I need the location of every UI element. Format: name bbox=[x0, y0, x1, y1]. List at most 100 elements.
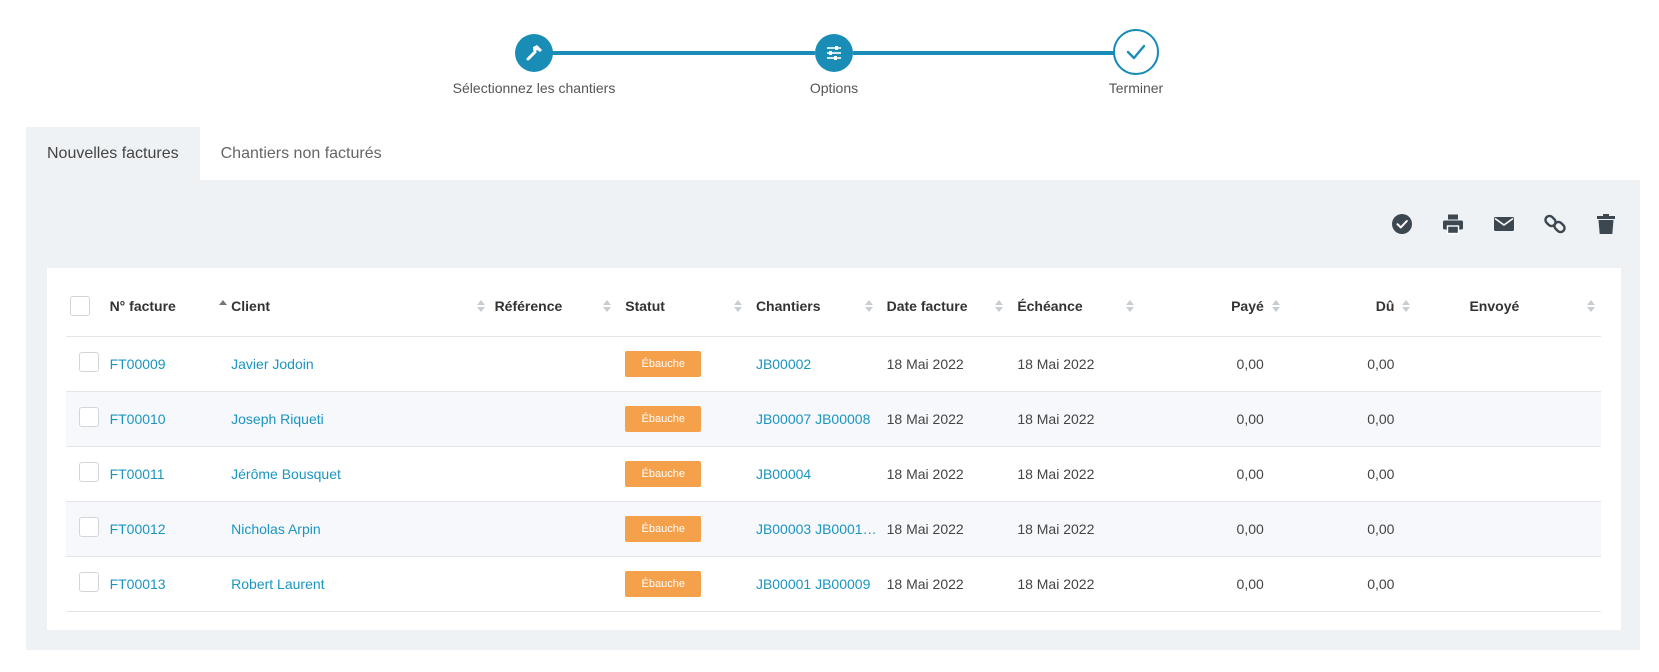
client-link[interactable]: Javier Jodoin bbox=[231, 356, 314, 372]
owed-cell: 0,00 bbox=[1285, 446, 1417, 502]
step-connector bbox=[853, 51, 1117, 55]
invoice-date-cell: 18 Mai 2022 bbox=[886, 391, 1018, 447]
print-icon bbox=[1443, 214, 1463, 235]
sent-cell bbox=[1416, 336, 1601, 392]
sort-icon[interactable] bbox=[476, 299, 485, 313]
sort-icon[interactable] bbox=[603, 299, 612, 313]
step-finish[interactable] bbox=[1113, 29, 1159, 75]
sites-link[interactable]: JB00001 JB00009 bbox=[756, 576, 870, 592]
invoice-number-link[interactable]: FT00013 bbox=[110, 576, 166, 592]
row-checkbox[interactable] bbox=[79, 407, 99, 427]
validate-button[interactable] bbox=[1390, 212, 1414, 236]
header-invoice-date[interactable]: Date facture bbox=[886, 277, 1018, 337]
invoice-number-link[interactable]: FT00011 bbox=[110, 466, 165, 482]
paid-cell: 0,00 bbox=[1148, 501, 1286, 557]
invoice-date-cell: 18 Mai 2022 bbox=[886, 336, 1018, 392]
sliders-icon bbox=[827, 46, 841, 60]
paid-cell: 0,00 bbox=[1148, 336, 1286, 392]
print-button[interactable] bbox=[1441, 212, 1465, 236]
row-checkbox[interactable] bbox=[79, 462, 99, 482]
row-checkbox[interactable] bbox=[79, 517, 99, 537]
client-link[interactable]: Robert Laurent bbox=[231, 576, 324, 592]
sort-icon[interactable] bbox=[864, 299, 873, 313]
owed-cell: 0,00 bbox=[1285, 336, 1417, 392]
header-label: Client bbox=[231, 298, 271, 315]
header-client[interactable]: Client bbox=[231, 277, 495, 337]
invoice-date-cell: 18 Mai 2022 bbox=[886, 556, 1018, 612]
sort-icon[interactable] bbox=[733, 299, 742, 313]
owed-cell: 0,00 bbox=[1285, 391, 1417, 447]
due-date-cell: 18 Mai 2022 bbox=[1017, 501, 1148, 557]
tab-panel: N° facture Client Référence Statut Chant… bbox=[26, 180, 1640, 650]
envelope-icon bbox=[1494, 217, 1514, 231]
sites-link[interactable]: JB00004 bbox=[756, 466, 811, 482]
invoice-number-link[interactable]: FT00009 bbox=[110, 356, 166, 372]
header-sites[interactable]: Chantiers bbox=[755, 277, 887, 337]
tab-unbilled-sites[interactable]: Chantiers non facturés bbox=[200, 127, 403, 180]
sites-link[interactable]: JB00007 JB00008 bbox=[756, 411, 870, 427]
tab-new-invoices[interactable]: Nouvelles factures bbox=[26, 127, 200, 180]
step-connector bbox=[550, 51, 815, 55]
step-select-sites[interactable] bbox=[515, 34, 553, 72]
due-date-cell: 18 Mai 2022 bbox=[1017, 391, 1148, 447]
header-status[interactable]: Statut bbox=[625, 277, 756, 337]
sort-icon[interactable] bbox=[1402, 299, 1411, 313]
header-label: Payé bbox=[1231, 298, 1264, 315]
reference-cell bbox=[494, 336, 626, 392]
header-reference[interactable]: Référence bbox=[494, 277, 626, 337]
sent-cell bbox=[1416, 501, 1601, 557]
owed-cell: 0,00 bbox=[1285, 556, 1417, 612]
sort-icon[interactable] bbox=[1126, 299, 1134, 313]
header-select bbox=[66, 277, 110, 337]
header-due-date[interactable]: Échéance bbox=[1017, 277, 1148, 337]
table-row[interactable]: FT00009 Javier Jodoin Ébauche JB00002 18… bbox=[66, 336, 1601, 392]
trash-icon bbox=[1597, 214, 1615, 234]
copy-link-button[interactable] bbox=[1543, 212, 1567, 236]
header-owed[interactable]: Dû bbox=[1285, 277, 1417, 337]
tab-bar: Nouvelles factures Chantiers non facturé… bbox=[26, 127, 403, 180]
client-link[interactable]: Jérôme Bousquet bbox=[231, 466, 341, 482]
owed-cell: 0,00 bbox=[1285, 501, 1417, 557]
reference-cell bbox=[494, 446, 626, 502]
invoice-table: N° facture Client Référence Statut Chant… bbox=[66, 277, 1601, 612]
header-invoice-number[interactable]: N° facture bbox=[109, 277, 232, 337]
select-all-checkbox[interactable] bbox=[70, 296, 90, 317]
table-row[interactable]: FT00013 Robert Laurent Ébauche JB00001 J… bbox=[66, 556, 1601, 612]
check-icon bbox=[1126, 44, 1146, 60]
step-label-options: Options bbox=[809, 80, 859, 96]
sort-icon[interactable] bbox=[995, 299, 1004, 313]
delete-button[interactable] bbox=[1594, 212, 1618, 236]
sites-link[interactable]: JB00003 JB0001… bbox=[756, 521, 877, 537]
invoice-number-link[interactable]: FT00012 bbox=[110, 521, 166, 537]
due-date-cell: 18 Mai 2022 bbox=[1017, 446, 1148, 502]
sort-icon[interactable] bbox=[1587, 299, 1595, 313]
client-link[interactable]: Joseph Riqueti bbox=[231, 411, 324, 427]
table-row[interactable]: FT00012 Nicholas Arpin Ébauche JB00003 J… bbox=[66, 501, 1601, 557]
bulk-actions-toolbar bbox=[1390, 212, 1618, 236]
status-badge: Ébauche bbox=[625, 405, 702, 432]
row-checkbox[interactable] bbox=[79, 572, 99, 592]
paid-cell: 0,00 bbox=[1148, 446, 1286, 502]
header-label: Échéance bbox=[1017, 298, 1083, 315]
sort-asc-icon[interactable] bbox=[219, 299, 228, 313]
status-badge: Ébauche bbox=[625, 570, 702, 597]
email-button[interactable] bbox=[1492, 212, 1516, 236]
reference-cell bbox=[494, 501, 626, 557]
header-sent[interactable]: Envoyé bbox=[1416, 277, 1601, 337]
step-label-select-sites: Sélectionnez les chantiers bbox=[452, 80, 616, 96]
header-label: Envoyé bbox=[1469, 298, 1520, 315]
table-row[interactable]: FT00010 Joseph Riqueti Ébauche JB00007 J… bbox=[66, 391, 1601, 447]
invoice-date-cell: 18 Mai 2022 bbox=[886, 501, 1018, 557]
row-checkbox[interactable] bbox=[79, 352, 99, 372]
sent-cell bbox=[1416, 391, 1601, 447]
client-link[interactable]: Nicholas Arpin bbox=[231, 521, 321, 537]
sent-cell bbox=[1416, 556, 1601, 612]
invoice-number-link[interactable]: FT00010 bbox=[110, 411, 166, 427]
sent-cell bbox=[1416, 446, 1601, 502]
header-paid[interactable]: Payé bbox=[1148, 277, 1286, 337]
sort-icon[interactable] bbox=[1271, 299, 1280, 313]
header-label: Statut bbox=[625, 298, 665, 315]
sites-link[interactable]: JB00002 bbox=[756, 356, 811, 372]
step-options[interactable] bbox=[815, 34, 853, 72]
table-row[interactable]: FT00011 Jérôme Bousquet Ébauche JB00004 … bbox=[66, 446, 1601, 502]
